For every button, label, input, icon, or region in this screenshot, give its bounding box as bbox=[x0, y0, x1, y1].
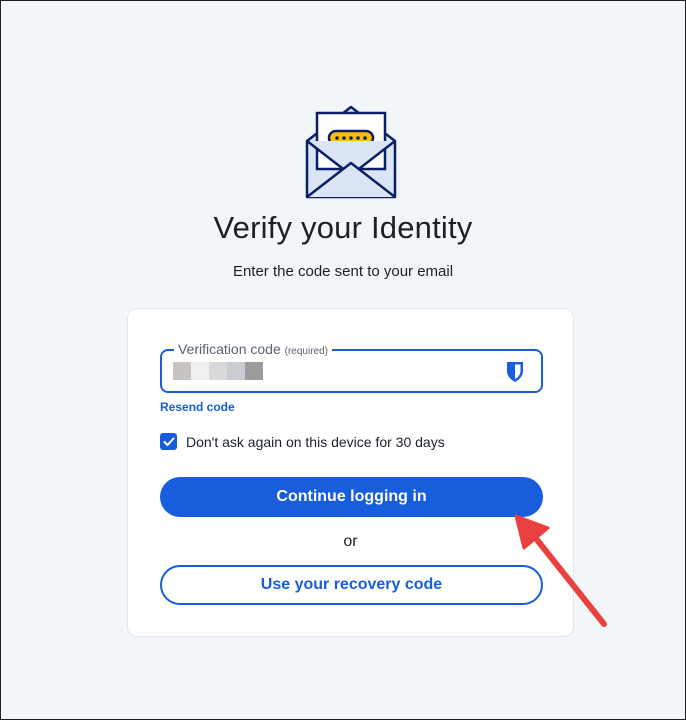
remember-device-label: Don't ask again on this device for 30 da… bbox=[186, 433, 445, 450]
verification-code-label-text: Verification code bbox=[178, 341, 281, 357]
envelope-with-code-icon bbox=[305, 105, 397, 199]
page-subtitle: Enter the code sent to your email bbox=[232, 263, 454, 280]
bitwarden-shield-icon[interactable] bbox=[505, 361, 525, 383]
annotation-arrow-icon bbox=[514, 514, 607, 627]
masked-digit bbox=[227, 362, 245, 380]
checkmark-icon bbox=[163, 437, 174, 446]
verification-code-input[interactable] bbox=[173, 362, 263, 380]
continue-logging-in-button[interactable]: Continue logging in bbox=[160, 477, 543, 517]
masked-digit bbox=[209, 362, 227, 380]
page-title: Verify your Identity bbox=[213, 210, 473, 245]
required-hint: (required) bbox=[284, 346, 328, 357]
verification-code-label: Verification code (required) bbox=[174, 341, 332, 357]
use-recovery-code-button[interactable]: Use your recovery code bbox=[160, 565, 543, 605]
remember-device-checkbox[interactable] bbox=[160, 433, 177, 450]
masked-digit bbox=[245, 362, 263, 380]
resend-code-link[interactable]: Resend code bbox=[160, 400, 235, 414]
remember-device-row[interactable]: Don't ask again on this device for 30 da… bbox=[160, 433, 445, 450]
masked-digit bbox=[173, 362, 191, 380]
page-frame: Verify your Identity Enter the code sent… bbox=[0, 0, 686, 720]
masked-digit bbox=[191, 362, 209, 380]
verification-code-field[interactable]: Verification code (required) bbox=[160, 341, 543, 393]
